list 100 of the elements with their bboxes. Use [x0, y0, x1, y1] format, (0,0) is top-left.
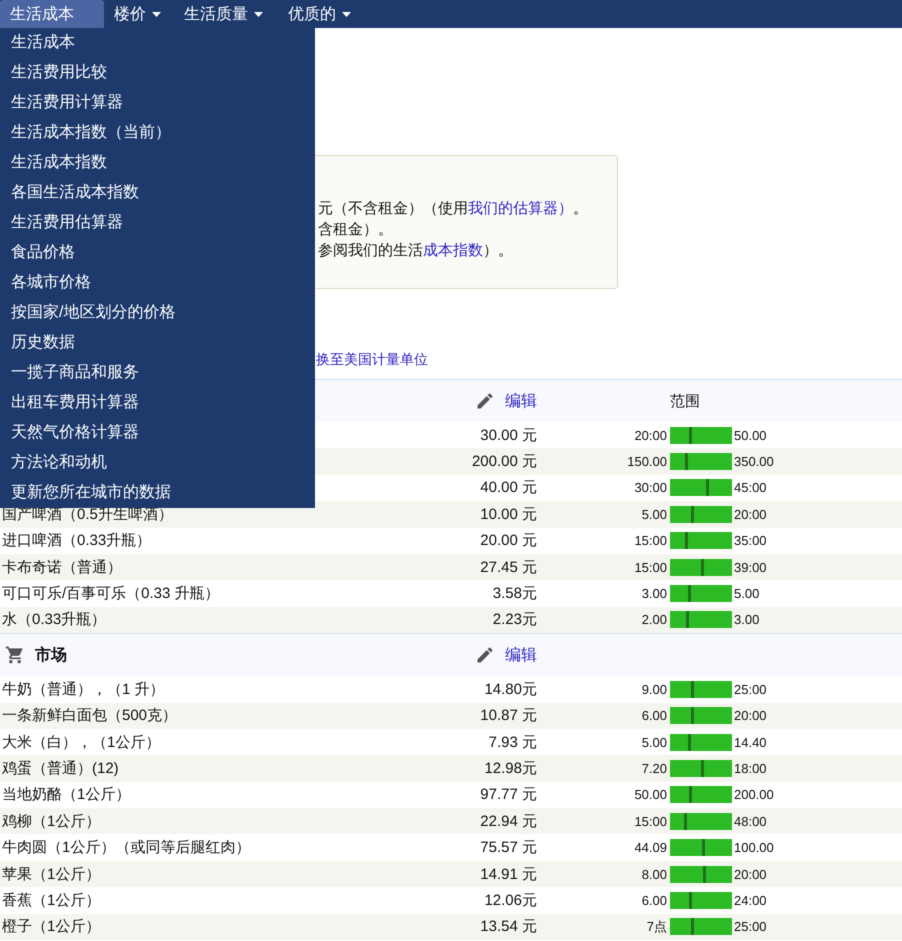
item-name: 苹果（1公斤）: [1, 864, 102, 884]
item-name: 大米（白），（1公斤）: [1, 732, 162, 752]
range-min: 2.00: [642, 612, 668, 628]
range-min: 150.00: [627, 454, 668, 470]
item-name: 可口可乐/百事可乐（0.33 升瓶）: [1, 584, 221, 604]
nav-tab[interactable]: 生活质量: [174, 0, 278, 28]
info-text: 参阅我们的生活成本指数）。: [318, 242, 513, 259]
menu-item[interactable]: 历史数据: [0, 328, 315, 358]
range-max: 20:00: [734, 708, 767, 724]
info-link[interactable]: 成本指数: [423, 242, 483, 259]
range-max: 50.00: [734, 428, 767, 443]
menu-item[interactable]: 生活费用计算器: [0, 88, 315, 118]
item-price: 3.58元: [492, 584, 537, 604]
item-price: 20.00 元: [480, 531, 537, 550]
menu-item[interactable]: 更新您所在城市的数据: [0, 478, 315, 508]
range-max: 48:00: [734, 814, 767, 829]
range-max: 20:00: [734, 506, 767, 522]
range-min: 7点: [646, 918, 668, 936]
menu-item[interactable]: 各城市价格: [0, 268, 315, 298]
range-min: 5.00: [642, 734, 668, 750]
range-min: 6.00: [642, 892, 668, 908]
item-price: 14.91 元: [480, 864, 537, 884]
range-min: 7.20: [642, 760, 668, 776]
range-max: 18:00: [734, 760, 767, 776]
item-name: 香蕉（1公斤）: [1, 890, 102, 910]
item-name: 鸡柳（1公斤）: [1, 812, 102, 831]
item-price: 97.77 元: [480, 785, 537, 804]
item-price: 10.87 元: [480, 706, 537, 726]
range-max: 25:00: [734, 919, 767, 934]
item-price: 30.00 元: [480, 426, 537, 445]
item-name: 卡布奇诺（普通）: [1, 558, 123, 577]
item-name: 牛奶（普通），（1 升）: [1, 680, 166, 699]
range-max: 35:00: [734, 533, 767, 548]
item-price: 40.00 元: [480, 478, 537, 498]
range-min: 15:00: [634, 533, 668, 548]
item-price: 14.80元: [484, 680, 537, 699]
range-max: 25:00: [734, 682, 767, 697]
info-link[interactable]: 我们的估算器）: [468, 200, 573, 217]
info-text: 元（不含租金）（使用我们的估算器）。: [318, 200, 588, 217]
range-max: 350.00: [734, 454, 774, 470]
item-price: 12.98元: [484, 758, 537, 778]
range-min: 50.00: [634, 787, 668, 802]
edit-link[interactable]: 编辑: [505, 644, 537, 666]
range-min: 3.00: [642, 586, 668, 602]
item-price: 75.57 元: [480, 838, 537, 858]
menu-item[interactable]: 各国生活成本指数: [0, 178, 315, 208]
menu-item[interactable]: 天然气价格计算器: [0, 418, 315, 448]
range-min: 8.00: [642, 866, 668, 882]
range-min: 15:00: [634, 814, 668, 829]
item-name: 橙子（1公斤）: [1, 917, 102, 936]
range-max: 3.00: [734, 612, 760, 628]
range-max: 20:00: [734, 866, 767, 882]
menu-item[interactable]: 生活成本指数: [0, 148, 315, 178]
nav-tab[interactable]: 生活成本: [0, 0, 104, 28]
range-min: 5.00: [642, 506, 668, 522]
menu-item[interactable]: 生活费用比较: [0, 58, 315, 88]
range-min: 44.09: [634, 840, 668, 856]
item-name: 一条新鲜白面包（500克）: [1, 706, 178, 726]
section-title: 市场: [35, 645, 67, 666]
menu-item[interactable]: 按国家/地区划分的价格: [0, 298, 315, 328]
range-min: 9.00: [642, 682, 668, 697]
item-name: 进口啤酒（0.33升瓶）: [1, 531, 152, 550]
menu-item[interactable]: 生活成本指数（当前）: [0, 118, 315, 148]
range-max: 200.00: [734, 787, 774, 802]
nav-tab[interactable]: 优质的: [278, 0, 368, 28]
item-price: 10.00 元: [480, 504, 537, 524]
range-max: 100.00: [734, 840, 774, 856]
range-max: 14.40: [734, 734, 767, 750]
cart-icon: [5, 645, 25, 666]
item-price: 13.54 元: [480, 917, 537, 936]
menu-item[interactable]: 出租车费用计算器: [0, 388, 315, 418]
item-price: 12.06元: [484, 890, 537, 910]
item-price: 27.45 元: [480, 558, 537, 577]
item-name: 当地奶酪（1公斤）: [1, 785, 132, 804]
menu-item[interactable]: 食品价格: [0, 238, 315, 268]
menu-item[interactable]: 方法论和动机: [0, 448, 315, 478]
menu-item[interactable]: 生活成本: [0, 28, 315, 58]
item-price: 7.93 元: [488, 732, 537, 752]
range-max: 5.00: [734, 586, 760, 602]
menu-item[interactable]: 生活费用估算器: [0, 208, 315, 238]
nav-tab[interactable]: 楼价: [104, 0, 174, 28]
edit-link[interactable]: 编辑: [505, 390, 537, 412]
range-max: 39:00: [734, 560, 767, 575]
item-price: 2.23元: [492, 610, 537, 630]
units-link[interactable]: 换至美国计量单位: [316, 351, 428, 367]
item-price: 200.00 元: [472, 452, 537, 472]
menu-item[interactable]: 一揽子商品和服务: [0, 358, 315, 388]
pencil-icon: [475, 645, 495, 666]
item-price: 22.94 元: [480, 812, 537, 831]
range-min: 15:00: [634, 560, 668, 575]
column-heading: 范围: [670, 392, 700, 410]
info-text: 含租金）。: [318, 221, 393, 238]
item-name: 牛肉圆（1公斤）（或同等后腿红肉）: [1, 838, 252, 858]
range-max: 45:00: [734, 480, 767, 496]
item-name: 水（0.33升瓶）: [1, 610, 108, 630]
pencil-icon: [475, 391, 495, 411]
range-min: 20:00: [634, 428, 668, 443]
range-max: 24:00: [734, 892, 767, 908]
range-min: 6.00: [642, 708, 668, 724]
range-min: 30:00: [634, 480, 668, 496]
